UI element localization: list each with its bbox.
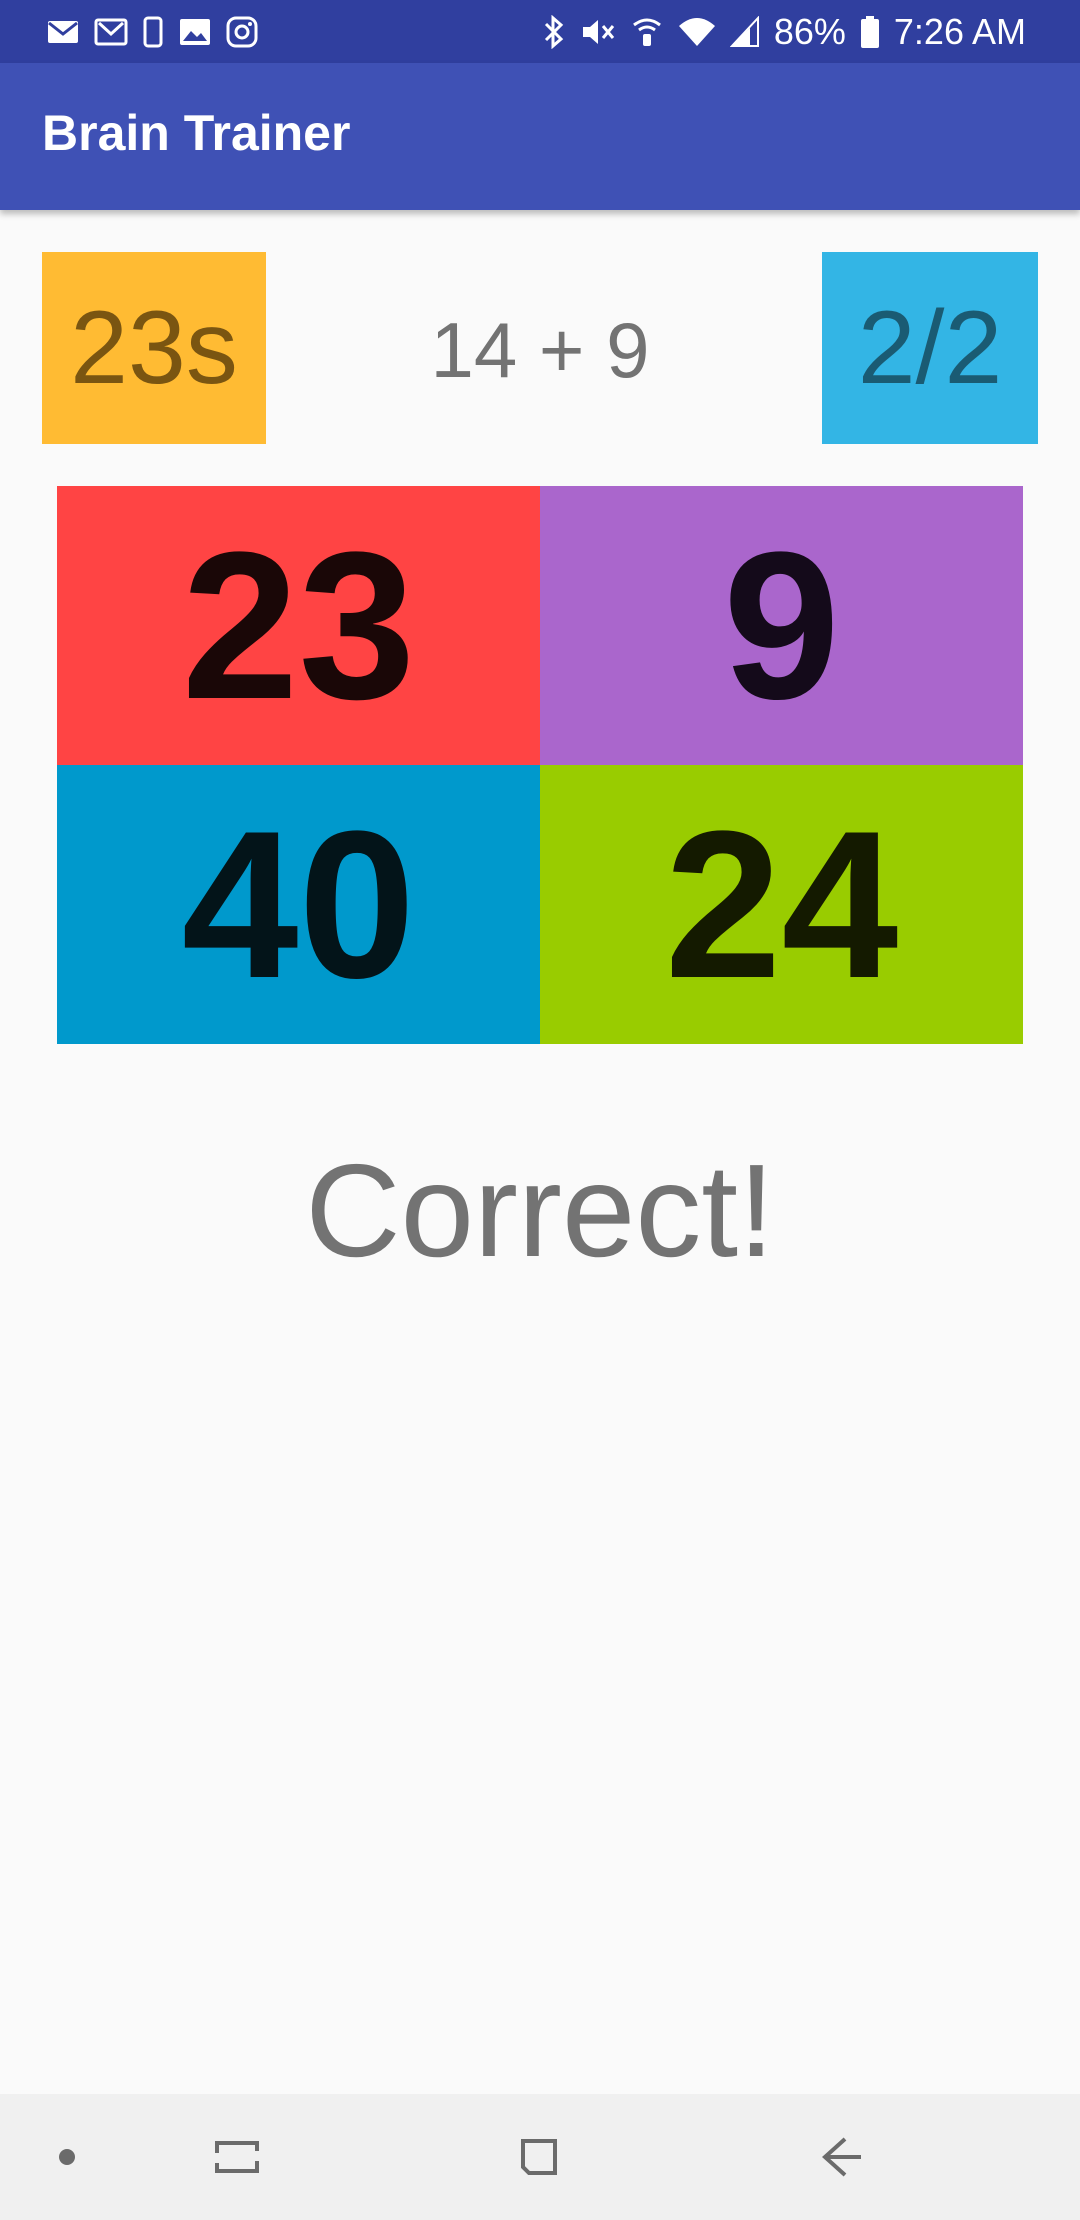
clock: 7:26 AM	[893, 11, 1026, 52]
wifi-calling-icon	[630, 15, 664, 49]
bluetooth-icon	[542, 15, 566, 49]
result-text: Correct!	[305, 1136, 775, 1284]
answer-button-3[interactable]: 40	[57, 765, 540, 1044]
signal-icon	[729, 16, 760, 48]
image-icon	[178, 17, 212, 47]
instagram-icon	[226, 16, 258, 48]
answer-label: 24	[664, 786, 899, 1022]
navigation-bar	[0, 2094, 1080, 2220]
wifi-icon	[678, 16, 716, 48]
phone-outline-icon	[142, 16, 164, 48]
answer-label: 23	[181, 507, 416, 743]
gmail-icon	[94, 17, 128, 47]
battery-percent: 86%	[773, 11, 846, 52]
answer-grid: 23 9 40 24	[57, 486, 1023, 1044]
recent-apps-icon[interactable]	[204, 2124, 270, 2190]
question-text: 14 + 9	[430, 305, 650, 394]
mute-icon	[580, 15, 616, 49]
score-text: 2/2	[857, 289, 1003, 406]
back-icon[interactable]	[808, 2124, 874, 2190]
email-icon	[46, 18, 80, 46]
answer-button-1[interactable]: 23	[57, 486, 540, 765]
app-bar: Brain Trainer	[0, 63, 1080, 210]
score-box: 2/2	[822, 252, 1038, 444]
answer-label: 40	[181, 786, 416, 1022]
battery-icon	[860, 15, 880, 49]
dot-icon[interactable]	[34, 2124, 100, 2190]
status-bar: 86% 7:26 AM	[0, 0, 1080, 63]
answer-label: 9	[723, 507, 840, 743]
app-title: Brain Trainer	[42, 105, 351, 161]
answer-button-4[interactable]: 24	[540, 765, 1023, 1044]
notification-icons	[46, 12, 258, 52]
timer-box: 23s	[42, 252, 266, 444]
system-status: 86% 7:26 AM	[542, 10, 1026, 54]
home-icon[interactable]	[506, 2124, 572, 2190]
timer-text: 23s	[70, 289, 238, 406]
answer-button-2[interactable]: 9	[540, 486, 1023, 765]
